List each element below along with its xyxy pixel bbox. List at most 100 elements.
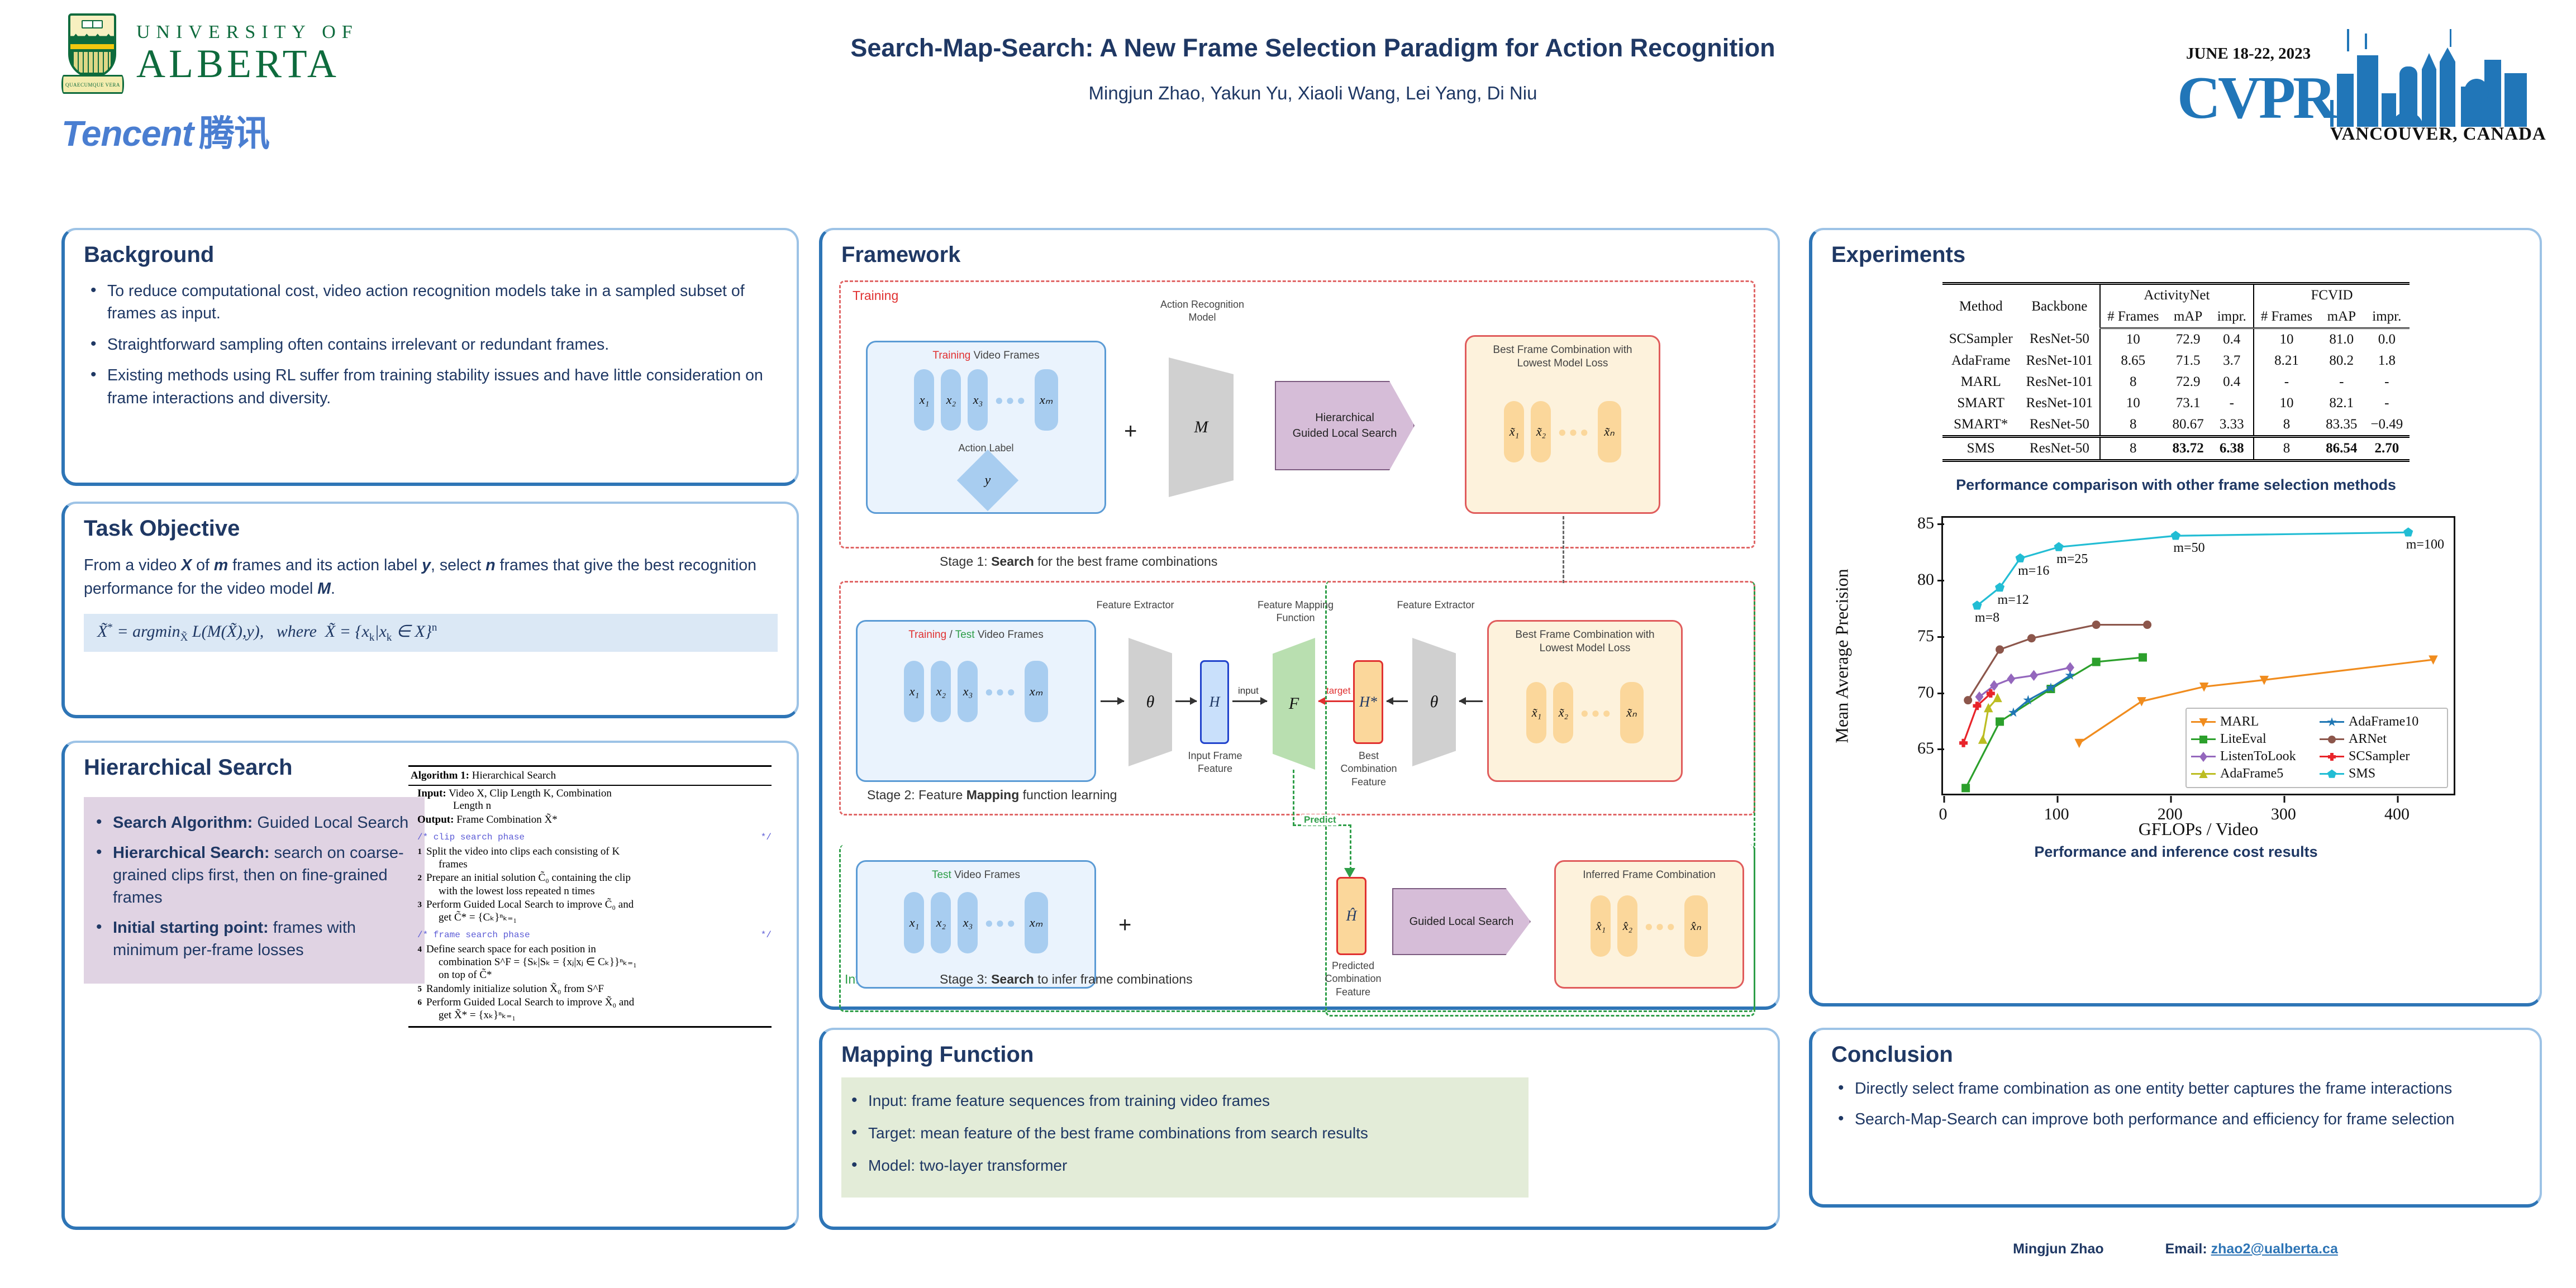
cell-backbone: ResNet-50 [2029, 417, 2089, 432]
chart-y-tick: 70 [1917, 683, 1944, 702]
stage3-inferred-combination-card: Inferred Frame Combination x̂₁ x̂₂ ●●● x… [1554, 860, 1744, 989]
cell-value: 8 [2099, 414, 2166, 437]
chart-x-tick: 400 [2384, 796, 2410, 823]
legend-item: AdaFrame10 [2320, 714, 2442, 729]
cell-backbone: ResNet-50 [2019, 435, 2101, 461]
list-item: Target: mean feature of the best frame c… [845, 1121, 1517, 1144]
arrow-extractor-to-feature [1175, 697, 1197, 705]
algorithm-comment-clip: /* clip search phase */ [417, 832, 772, 842]
algorithm-step: 4 Define search space for each position … [417, 943, 637, 981]
algorithm-step: 2 Prepare an initial solution C̃₀ contai… [417, 872, 631, 897]
cell-value: 8 [2099, 435, 2166, 461]
frame-pill: x₃ [968, 369, 988, 431]
legend-item: ListenToLook [2191, 749, 2314, 764]
cell-value: 10 [2099, 393, 2166, 414]
university-of-alberta-logo: QUAECUMQUE VERA UNIVERSITY OF ALBERTA [61, 11, 453, 95]
chart-plot-area: 65 70 75 80 85 0 100 200 300 400 m=8 m=12 m=16 m=25… [1917, 514, 2455, 823]
stage2-caption: Stage 2: Feature Mapping function learni… [867, 788, 1117, 802]
guided-local-search-block: Guided Local Search [1392, 888, 1531, 955]
cell-value: 8 [2253, 435, 2320, 461]
list-item: Directly select frame combination as one… [1831, 1076, 2521, 1100]
author-list: Mingjun Zhao, Yakun Yu, Xiaoli Wang, Lei… [1088, 83, 1537, 103]
list-item: To reduce computational cost, video acti… [84, 279, 778, 325]
mapping-function-bullet-list: Input: frame feature sequences from trai… [841, 1077, 1529, 1198]
cell-value: 3.7 [2223, 353, 2241, 368]
input-frame-feature-caption: Input Frame Feature [1188, 750, 1242, 775]
arrow-extractor2-to-target [1386, 697, 1408, 705]
legend-label: LiteEval [2220, 732, 2267, 746]
cell-value: 80.67 [2172, 417, 2204, 432]
chart-data-point [1978, 734, 1988, 744]
stage3-result-title: Inferred Frame Combination [1583, 869, 1716, 881]
group-header-fcvid: FCVID [2253, 282, 2410, 306]
tencent-chinese: 腾讯 [199, 113, 270, 155]
target-edge-label: target [1326, 685, 1351, 696]
hierarchical-search-panel: Hierarchical Search Search Algorithm: Gu… [61, 741, 799, 1230]
cell-value: 8.21 [2253, 350, 2320, 371]
algorithm-step: 6 Perform Guided Local Search to improve… [417, 996, 635, 1021]
action-label-diamond: y [956, 449, 1019, 512]
list-item: Straightforward sampling often contains … [84, 332, 778, 356]
ellipsis-icon: ●●● [1558, 423, 1591, 440]
cell-value: −0.49 [2370, 417, 2403, 432]
col-header-an-frames: # Frames [2099, 306, 2166, 329]
col-header-method: Method [1942, 282, 2020, 328]
chart-caption: Performance and inference cost results [2034, 843, 2318, 860]
legend-label: SCSampler [2349, 749, 2410, 764]
chart-data-point [1996, 717, 2004, 726]
conference-date: JUNE 18-22, 2023 [2186, 45, 2311, 63]
ellipsis-icon: ●●● [984, 914, 1018, 931]
frame-pill: x̂ₙ [1684, 895, 1708, 957]
results-table: Method Backbone ActivityNet FCVID # Fram… [1942, 282, 2410, 463]
footer-email-link[interactable]: zhao2@ualberta.ca [2211, 1241, 2338, 1257]
cell-backbone: ResNet-50 [2029, 331, 2089, 347]
group-header-activitynet: ActivityNet [2099, 282, 2254, 306]
table-row: MARL ResNet-101 8 72.9 0.4 - - - [1942, 371, 2410, 393]
title-block: Search-Map-Search: A New Frame Selection… [592, 34, 2034, 104]
stage1-training-frames-card: Training Video Frames x₁ x₂ x₃ ●●● xₘ Ac… [866, 341, 1106, 514]
cell-value: - [2339, 374, 2344, 389]
legend-item: ARNet [2320, 732, 2442, 747]
stage2-frames-card: Training / Test Video Frames x₁ x₂ x₃ ●●… [856, 620, 1096, 782]
frame-pill: x̃₂ [1531, 401, 1551, 462]
results-table-caption: Performance comparison with other frame … [1956, 476, 2396, 493]
ellipsis-icon: ●●● [994, 391, 1028, 408]
frame-pill: xₘ [1024, 892, 1048, 953]
crest-motto: QUAECUMQUE VERA [61, 75, 124, 94]
cell-value: - [2229, 395, 2234, 411]
chart-data-point [2143, 621, 2152, 629]
footer: Mingjun Zhao Email: zhao2@ualberta.ca [1809, 1241, 2542, 1257]
col-header-fc-impr: impr. [2364, 306, 2410, 329]
best-combination-feature-caption: Best Combination Feature [1340, 750, 1397, 788]
legend-item: SCSampler [2320, 749, 2442, 764]
cell-backbone: ResNet-101 [2026, 353, 2093, 368]
chart-data-point [2015, 553, 2025, 562]
conclusion-bullet-list: Directly select frame combination as one… [1831, 1076, 2521, 1132]
cell-value: 6.38 [2210, 435, 2254, 461]
stage1-to-stage2-connector [1563, 516, 1564, 583]
chart-data-point [1961, 784, 1970, 793]
conclusion-title: Conclusion [1831, 1042, 1953, 1067]
algorithm-heading: Algorithm 1: Hierarchical Search [411, 770, 556, 781]
chart-data-point [2137, 697, 2146, 707]
predicted-combination-feature-caption: Predicted Combination Feature [1325, 960, 1382, 998]
chart-point-label: m=25 [2056, 552, 2088, 567]
cell-value: 80.2 [2329, 353, 2354, 368]
cell-value: 82.1 [2329, 395, 2354, 411]
cell-value: 86.54 [2319, 435, 2364, 461]
frame-pill: x̃ₙ [1597, 401, 1621, 462]
chart-y-tick: 75 [1917, 626, 1944, 645]
conference-name: CVPR [2177, 65, 2336, 131]
ellipsis-icon: ●●● [1644, 917, 1678, 934]
cell-method: SMART* [1954, 417, 2008, 432]
chart-data-point [1959, 738, 1968, 747]
frame-pill: x̃₂ [1553, 682, 1574, 743]
stage3-frames-title: Test Video Frames [931, 869, 1021, 881]
list-item: Input: frame feature sequences from trai… [845, 1089, 1517, 1112]
cell-value: - [2384, 395, 2389, 411]
predict-label: Predict [1302, 814, 1339, 826]
algorithm-step: 3 Perform Guided Local Search to improve… [417, 898, 634, 923]
frame-pill: x₃ [958, 661, 978, 722]
chart-data-point [1964, 696, 1973, 705]
experiments-title: Experiments [1831, 242, 1966, 267]
